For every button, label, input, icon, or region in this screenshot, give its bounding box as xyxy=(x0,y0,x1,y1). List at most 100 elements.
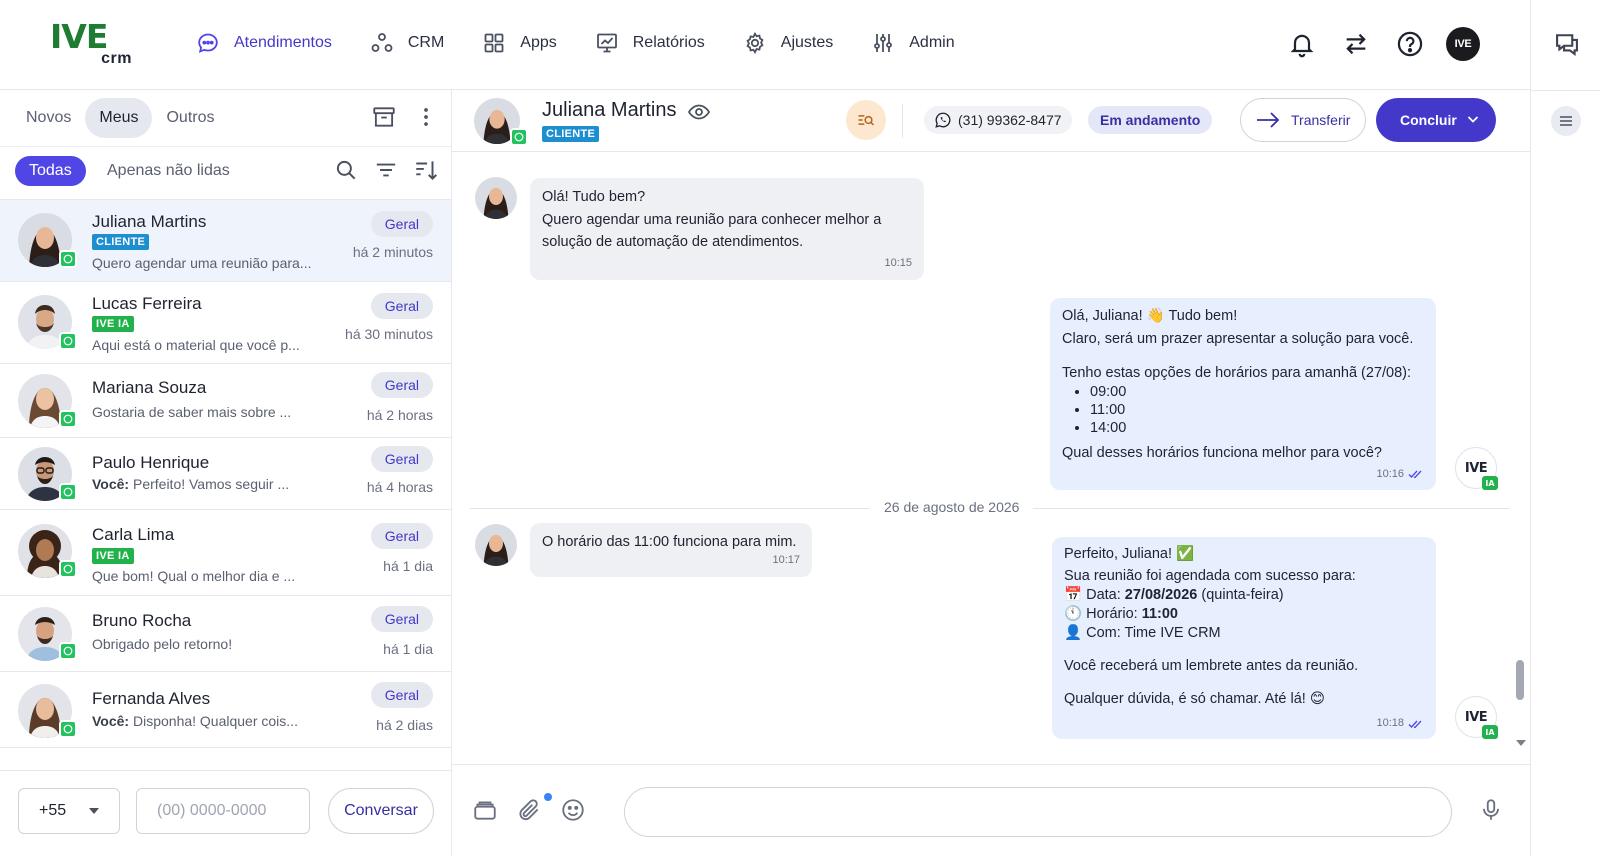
help-icon[interactable] xyxy=(1396,30,1424,58)
filter-unread-chip[interactable]: Apenas não lidas xyxy=(107,156,230,186)
nav-item-admin[interactable]: Admin xyxy=(871,26,955,60)
contact-name: Juliana Martins xyxy=(92,212,207,231)
conversation-item-juliana[interactable]: Juliana Martins CLIENTE Quero agendar um… xyxy=(0,200,451,282)
nav-item-ajustes[interactable]: Ajustes xyxy=(743,26,833,60)
ive-crm-logo[interactable]: IVE crm xyxy=(50,20,132,68)
contact-phone: (31) 99362-8477 xyxy=(924,106,1072,134)
more-vertical-icon[interactable] xyxy=(413,104,439,130)
conversation-item-mariana[interactable]: Mariana Souza Gostaria de saber mais sob… xyxy=(0,364,451,438)
conversation-item-lucas[interactable]: Lucas Ferreira IVE IA Aqui está o materi… xyxy=(0,282,451,364)
nav-item-crm[interactable]: CRM xyxy=(370,26,444,60)
conversation-sidebar: Novos Meus Outros Todas Apenas não lidas xyxy=(0,90,452,856)
date-divider-label: 26 de agosto de 2026 xyxy=(870,499,1034,515)
last-activity-time: há 4 horas xyxy=(366,479,433,495)
microphone-icon[interactable] xyxy=(1478,797,1504,823)
contact-avatar xyxy=(475,524,517,566)
phone-number: (31) 99362-8477 xyxy=(958,112,1062,128)
nav-item-relatorios[interactable]: Relatórios xyxy=(595,26,705,60)
header-divider xyxy=(902,104,903,138)
last-activity-time: há 2 dias xyxy=(376,717,433,733)
filter-icons xyxy=(319,157,439,183)
main-nav: Atendimentos CRM Apps Relatórios Ajustes xyxy=(196,26,993,60)
whatsapp-icon xyxy=(934,111,952,129)
last-activity-time: há 2 horas xyxy=(366,407,433,423)
search-icon[interactable] xyxy=(333,157,359,183)
user-avatar[interactable]: IVE xyxy=(1446,27,1480,61)
message-incoming: O horário das 11:00 funciona para mim. 1… xyxy=(530,523,812,577)
chevron-down-icon[interactable] xyxy=(1466,112,1480,126)
time-options-list: 09:00 11:00 14:00 xyxy=(1090,383,1424,437)
calendar-icon: 📅 xyxy=(1064,587,1083,603)
phone-number-input[interactable] xyxy=(136,788,310,834)
queue-badge: Geral xyxy=(370,606,433,632)
nav-label: Ajustes xyxy=(780,34,834,51)
queue-badge: Geral xyxy=(370,523,433,549)
message-line: Qual desses horários funciona melhor par… xyxy=(1062,445,1382,461)
time-option: 09:00 xyxy=(1090,383,1424,401)
whatsapp-icon xyxy=(59,720,77,738)
scroll-down-arrow-icon[interactable] xyxy=(1516,740,1526,746)
archive-icon[interactable] xyxy=(371,104,397,130)
eye-icon[interactable] xyxy=(687,100,711,124)
queue-badge: Geral xyxy=(370,372,433,398)
queue-badge: Geral xyxy=(370,211,433,237)
arrow-right-icon xyxy=(1255,111,1281,129)
start-conversation-button[interactable]: Conversar xyxy=(328,788,434,834)
right-rail xyxy=(1530,0,1600,856)
logo-subtext: crm xyxy=(101,50,132,67)
filter-icon[interactable] xyxy=(373,157,399,183)
conversation-tabs: Novos Meus Outros xyxy=(12,98,229,138)
country-code-select[interactable]: +55 xyxy=(18,788,120,834)
nav-label: Admin xyxy=(909,34,955,51)
message-time: 10:18 xyxy=(1376,714,1424,733)
swap-arrows-icon[interactable] xyxy=(1342,30,1370,58)
conversation-item-fernanda[interactable]: Fernanda Alves Você: Disponha! Qualquer … xyxy=(0,672,451,748)
whatsapp-icon xyxy=(510,128,528,146)
sort-icon[interactable] xyxy=(413,157,439,183)
nodes-icon xyxy=(370,31,394,55)
scrollbar-thumb[interactable] xyxy=(1516,660,1524,700)
message-preview: Quero agendar uma reunião para... xyxy=(92,255,312,271)
message-time-text: 10:18 xyxy=(1376,717,1404,729)
contact-name: Carla Lima xyxy=(92,525,175,544)
nav-item-atendimentos[interactable]: Atendimentos xyxy=(196,26,332,60)
contact-name: Paulo Henrique xyxy=(92,453,210,472)
transfer-button[interactable]: Transferir xyxy=(1240,98,1366,142)
preview-text: Perfeito! Vamos seguir ... xyxy=(129,476,290,492)
emoji-icon[interactable] xyxy=(560,797,586,823)
message-preview: Aqui está o material que você p... xyxy=(92,337,300,353)
hamburger-menu-icon[interactable] xyxy=(1551,106,1581,136)
search-messages-icon[interactable] xyxy=(846,100,886,140)
conversation-item-paulo[interactable]: Paulo Henrique Você: Perfeito! Vamos seg… xyxy=(0,438,451,510)
message-line: Você receberá um lembrete antes da reuni… xyxy=(1064,658,1359,674)
double-check-icon xyxy=(1408,469,1424,479)
filter-all-chip[interactable]: Todas xyxy=(15,156,86,186)
bot-ia-badge: IA xyxy=(1482,476,1498,490)
paperclip-icon[interactable] xyxy=(516,797,542,823)
conversation-item-carla[interactable]: Carla Lima IVE IA Que bom! Qual o melhor… xyxy=(0,510,451,596)
message-composer xyxy=(452,764,1530,856)
conversation-item-bruno[interactable]: Bruno Rocha Obrigado pelo retorno! Geral… xyxy=(0,596,451,672)
clock-icon: 🕚 xyxy=(1064,606,1083,622)
time-option: 11:00 xyxy=(1090,401,1424,419)
tab-meus[interactable]: Meus xyxy=(85,98,153,138)
conclude-button[interactable]: Concluir xyxy=(1376,98,1496,142)
whatsapp-icon xyxy=(59,250,77,268)
message-preview: Você: Perfeito! Vamos seguir ... xyxy=(92,476,322,492)
chart-board-icon xyxy=(595,31,619,55)
tab-outros[interactable]: Outros xyxy=(152,98,228,138)
message-line: O horário das 11:00 funciona para mim. xyxy=(542,534,797,550)
date-label: Data: xyxy=(1086,587,1121,603)
bell-icon[interactable] xyxy=(1288,30,1316,58)
date-suffix: (quinta-feira) xyxy=(1201,587,1284,603)
nav-item-apps[interactable]: Apps xyxy=(482,26,557,60)
quick-replies-icon[interactable] xyxy=(472,797,498,823)
message-thread[interactable]: Olá! Tudo bem? Quero agendar uma reunião… xyxy=(452,152,1530,764)
last-activity-time: há 1 dia xyxy=(383,558,433,574)
tab-novos[interactable]: Novos xyxy=(12,98,85,138)
message-line: Olá, Juliana! 👋 Tudo bem! xyxy=(1062,308,1238,324)
message-input[interactable] xyxy=(624,787,1452,837)
chat-panel-icon[interactable] xyxy=(1553,30,1581,58)
message-time-text: 10:15 xyxy=(884,256,912,269)
message-line: solução de automação de atendimentos. xyxy=(542,234,804,250)
